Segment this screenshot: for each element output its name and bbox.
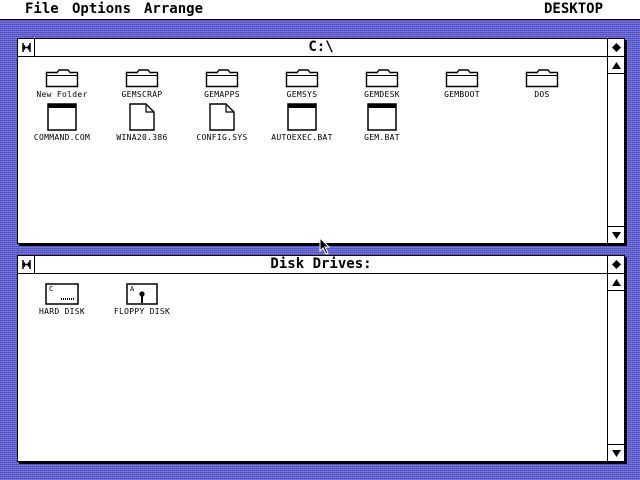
menu-desktop[interactable]: DESKTOP <box>544 1 603 18</box>
full-screen-icon[interactable] <box>607 39 624 56</box>
mouse-pointer-icon <box>319 237 331 255</box>
menu-bar: File Options Arrange DESKTOP <box>0 0 640 20</box>
close-icon[interactable] <box>18 256 35 273</box>
menu-arrange[interactable]: Arrange <box>144 1 203 18</box>
disk-drives-vertical-scrollbar[interactable] <box>607 274 624 461</box>
disk-drives-titlebar[interactable]: Disk Drives: <box>18 256 624 274</box>
folder-icon <box>426 68 498 88</box>
menu-file[interactable]: File <box>25 1 59 18</box>
item-label: AUTOEXEC.BAT <box>271 133 333 142</box>
dogeared-document-icon <box>186 103 258 131</box>
item-label: GEMBOOT <box>444 90 480 99</box>
folder-icon <box>346 68 418 88</box>
item-label: GEMSYS <box>286 90 318 99</box>
desktop-item[interactable]: COMMAND.COM <box>26 103 98 143</box>
desktop-item[interactable]: C HARD DISK <box>26 283 98 317</box>
drive-letter: C <box>49 285 54 293</box>
disk-drives-window[interactable]: Disk Drives: C HARD DISK A FLOPPY DISK <box>17 255 625 462</box>
desktop-item[interactable]: GEMDESK <box>346 68 418 100</box>
folder-icon <box>266 68 338 88</box>
desktop-item[interactable]: GEM.BAT <box>346 103 418 143</box>
item-label: DOS <box>534 90 550 99</box>
desktop-item[interactable]: GEMAPPS <box>186 68 258 100</box>
item-label: GEMAPPS <box>204 90 240 99</box>
folder-icon <box>26 68 98 88</box>
drive-c-titlebar[interactable]: C:\ <box>18 39 624 57</box>
desktop-item[interactable]: GEMBOOT <box>426 68 498 100</box>
drive-c-window-title: C:\ <box>308 39 334 55</box>
scroll-up-arrow-icon[interactable] <box>608 274 624 291</box>
item-label: New Folder <box>36 90 88 99</box>
drive-letter: A <box>130 285 135 293</box>
document-icon <box>26 103 98 131</box>
scroll-down-arrow-icon[interactable] <box>608 444 624 461</box>
scroll-down-arrow-icon[interactable] <box>608 226 624 243</box>
desktop-item[interactable]: A FLOPPY DISK <box>106 283 178 317</box>
item-label: WINA20.386 <box>116 133 168 142</box>
item-label: GEMDESK <box>364 90 400 99</box>
item-label: COMMAND.COM <box>33 133 91 142</box>
desktop-item[interactable]: New Folder <box>26 68 98 100</box>
drive-c-vertical-scrollbar[interactable] <box>607 57 624 243</box>
desktop-item[interactable]: DOS <box>506 68 578 100</box>
document-icon <box>266 103 338 131</box>
full-screen-icon[interactable] <box>607 256 624 273</box>
scroll-track[interactable] <box>608 74 624 226</box>
floppy-disk-icon: A <box>106 283 178 305</box>
scroll-up-arrow-icon[interactable] <box>608 57 624 74</box>
folder-icon <box>186 68 258 88</box>
folder-icon <box>106 68 178 88</box>
item-label: GEMSCRAP <box>121 90 163 99</box>
document-icon <box>346 103 418 131</box>
folder-icon <box>506 68 578 88</box>
item-label: HARD DISK <box>38 307 86 316</box>
desktop-item[interactable]: AUTOEXEC.BAT <box>266 103 338 143</box>
drive-c-window[interactable]: C:\ New Folder GEMSCRAP GEMAPPS GEMSYS GEMDE… <box>17 38 625 244</box>
drive-c-content: New Folder GEMSCRAP GEMAPPS GEMSYS GEMDESK GE… <box>18 57 606 243</box>
item-label: GEM.BAT <box>364 133 400 142</box>
desktop-item[interactable]: GEMSYS <box>266 68 338 100</box>
close-icon[interactable] <box>18 39 35 56</box>
disk-drives-window-title: Disk Drives: <box>270 256 372 272</box>
desktop-item[interactable]: WINA20.386 <box>106 103 178 143</box>
dogeared-document-icon <box>106 103 178 131</box>
disk-drives-content: C HARD DISK A FLOPPY DISK <box>18 274 606 461</box>
desktop-item[interactable]: GEMSCRAP <box>106 68 178 100</box>
menu-options[interactable]: Options <box>72 1 131 18</box>
desktop-item[interactable]: CONFIG.SYS <box>186 103 258 143</box>
item-label: FLOPPY DISK <box>113 307 171 316</box>
scroll-track[interactable] <box>608 291 624 444</box>
hard-disk-icon: C <box>26 283 98 305</box>
item-label: CONFIG.SYS <box>196 133 248 142</box>
